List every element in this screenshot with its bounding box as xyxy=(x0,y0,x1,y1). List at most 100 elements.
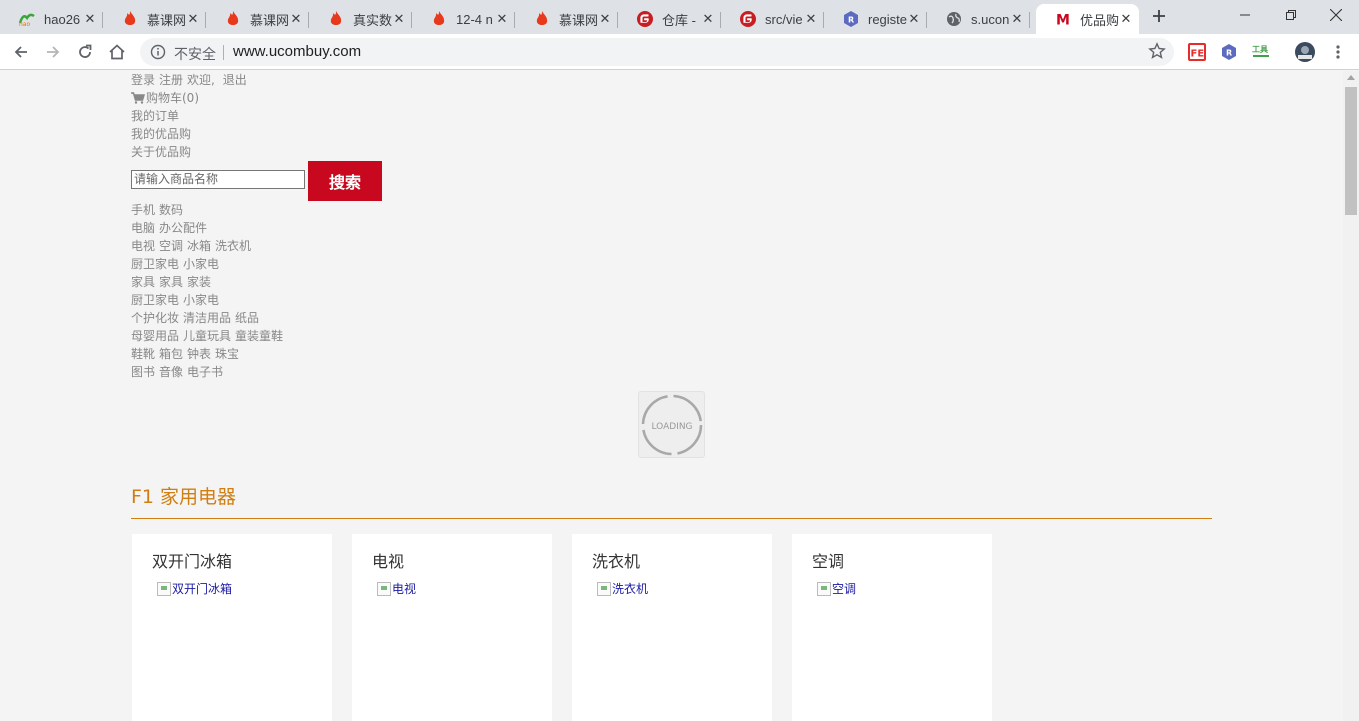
close-icon[interactable]: ✕ xyxy=(83,12,97,27)
close-icon[interactable]: ✕ xyxy=(804,12,818,27)
tab[interactable]: hao hao26 ✕ xyxy=(0,4,103,34)
restore-button[interactable] xyxy=(1268,0,1314,30)
tab[interactable]: src/vie ✕ xyxy=(721,4,824,34)
category-link[interactable]: 珠宝 xyxy=(215,347,239,361)
product-image[interactable]: 空调 xyxy=(817,580,856,597)
image-alt-text: 空调 xyxy=(832,582,857,596)
url-text[interactable]: www.ucombuy.com xyxy=(233,43,361,60)
arrow-left-icon xyxy=(14,46,27,58)
category-link[interactable]: 数码 xyxy=(159,203,183,217)
tab[interactable]: 12-4 n ✕ xyxy=(412,4,515,34)
category-link[interactable]: 鞋靴 xyxy=(131,347,155,361)
tab[interactable]: 慕课网 ✕ xyxy=(103,4,206,34)
category-row: 鞋靴 箱包 钟表 珠宝 xyxy=(131,345,243,363)
info-icon[interactable] xyxy=(150,44,166,64)
broken-image-icon xyxy=(817,581,831,596)
r-extension-icon[interactable]: R xyxy=(1219,42,1239,62)
product-image[interactable]: 双开门冰箱 xyxy=(157,580,232,597)
address-bar[interactable]: 不安全 www.ucombuy.com xyxy=(140,38,1174,66)
close-icon[interactable]: ✕ xyxy=(1010,12,1024,27)
avatar[interactable] xyxy=(1295,42,1315,62)
category-link[interactable]: 儿童玩具 xyxy=(183,329,231,343)
scroll-up-arrow[interactable] xyxy=(1347,75,1355,80)
scroll-thumb[interactable] xyxy=(1345,87,1357,215)
close-icon[interactable]: ✕ xyxy=(392,12,406,27)
star-icon[interactable] xyxy=(1148,42,1166,64)
tab[interactable]: s.ucon ✕ xyxy=(927,4,1030,34)
tab[interactable]: 仓库 - ✕ xyxy=(618,4,721,34)
category-link[interactable]: 厨卫家电 xyxy=(131,257,179,271)
product-image[interactable]: 洗衣机 xyxy=(597,580,648,597)
logout-link[interactable]: 退出 xyxy=(223,73,247,87)
category-link[interactable]: 手机 xyxy=(131,203,155,217)
m-icon: M xyxy=(1054,11,1072,27)
category-link[interactable]: 箱包 xyxy=(159,347,183,361)
close-window-button[interactable] xyxy=(1313,0,1359,30)
my-account-link[interactable]: 我的优品购 xyxy=(131,125,191,143)
minimize-button[interactable] xyxy=(1222,0,1268,30)
search-input[interactable]: 请输入商品名称 xyxy=(131,170,305,189)
fe-extension-icon[interactable]: FE xyxy=(1187,42,1207,62)
home-button[interactable] xyxy=(105,40,129,64)
close-icon[interactable]: ✕ xyxy=(1119,12,1133,27)
category-link[interactable]: 家具 xyxy=(131,275,155,289)
category-link[interactable]: 洗衣机 xyxy=(215,239,251,253)
floor-divider xyxy=(131,518,1212,519)
product-card[interactable]: 电视 电视 xyxy=(352,534,552,721)
product-name: 洗衣机 xyxy=(592,552,641,571)
tab[interactable]: 慕课网 ✕ xyxy=(206,4,309,34)
close-icon[interactable]: ✕ xyxy=(186,12,200,27)
category-link[interactable]: 音像 xyxy=(159,365,183,379)
category-link[interactable]: 小家电 xyxy=(183,257,219,271)
register-link[interactable]: 注册 xyxy=(159,73,183,87)
category-link[interactable]: 家装 xyxy=(187,275,211,289)
reload-button[interactable] xyxy=(73,40,97,64)
product-name: 空调 xyxy=(812,552,845,571)
search-button[interactable]: 搜索 xyxy=(308,161,382,201)
menu-icon[interactable] xyxy=(1328,42,1348,62)
broken-image-icon xyxy=(597,581,611,596)
tools-extension-icon[interactable]: 工具 xyxy=(1251,42,1271,62)
product-card[interactable]: 空调 空调 xyxy=(792,534,992,721)
category-link[interactable]: 母婴用品 xyxy=(131,329,179,343)
category-link[interactable]: 冰箱 xyxy=(187,239,211,253)
category-link[interactable]: 空调 xyxy=(159,239,183,253)
category-link[interactable]: 电脑 xyxy=(131,221,155,235)
category-link[interactable]: 家具 xyxy=(159,275,183,289)
category-link[interactable]: 童装童鞋 xyxy=(235,329,283,343)
cart-link[interactable]: 购物车(0) xyxy=(131,89,203,107)
category-link[interactable]: 厨卫家电 xyxy=(131,293,179,307)
tab-title: 仓库 - xyxy=(662,12,696,28)
category-link[interactable]: 清洁用品 xyxy=(183,311,231,325)
product-image[interactable]: 电视 xyxy=(377,580,416,597)
scrollbar[interactable] xyxy=(1343,71,1359,721)
login-link[interactable]: 登录 xyxy=(131,73,155,87)
category-link[interactable]: 个护化妆 xyxy=(131,311,179,325)
category-link[interactable]: 电视 xyxy=(131,239,155,253)
category-link[interactable]: 钟表 xyxy=(187,347,211,361)
product-card[interactable]: 双开门冰箱 双开门冰箱 xyxy=(132,534,332,721)
category-link[interactable]: 小家电 xyxy=(183,293,219,307)
svg-text:FE: FE xyxy=(1191,49,1205,60)
tab[interactable]: 真实数 ✕ xyxy=(309,4,412,34)
close-icon[interactable]: ✕ xyxy=(289,12,303,27)
my-orders-link[interactable]: 我的订单 xyxy=(131,107,179,125)
tab[interactable]: 慕课网 ✕ xyxy=(515,4,618,34)
tab[interactable]: R registe ✕ xyxy=(824,4,927,34)
category-link[interactable]: 纸品 xyxy=(235,311,259,325)
category-link[interactable]: 图书 xyxy=(131,365,155,379)
close-icon[interactable]: ✕ xyxy=(907,12,921,27)
product-card[interactable]: 洗衣机 洗衣机 xyxy=(572,534,772,721)
tab-active[interactable]: M 优品购 ✕ xyxy=(1036,4,1139,34)
category-link[interactable]: 电子书 xyxy=(187,365,223,379)
category-link[interactable]: 办公配件 xyxy=(159,221,207,235)
forward-button[interactable] xyxy=(41,40,65,64)
back-button[interactable] xyxy=(9,40,33,64)
reload-icon xyxy=(79,44,92,58)
close-icon[interactable]: ✕ xyxy=(495,12,509,27)
new-tab-button[interactable] xyxy=(1148,5,1170,27)
close-icon[interactable]: ✕ xyxy=(598,12,612,27)
close-icon[interactable]: ✕ xyxy=(701,12,715,27)
about-link[interactable]: 关于优品购 xyxy=(131,143,191,161)
minimize-icon xyxy=(1240,14,1250,16)
